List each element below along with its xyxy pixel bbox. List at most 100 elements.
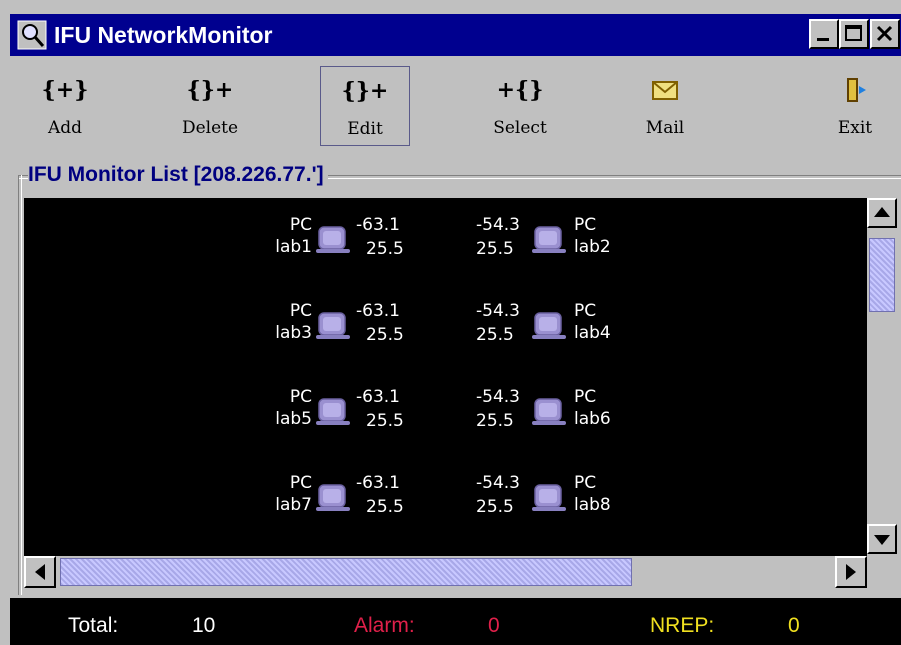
add-label: Add	[47, 118, 83, 138]
select-label: Select	[493, 118, 547, 138]
node-value-top: -63.1	[356, 387, 400, 407]
scroll-corner	[867, 556, 897, 588]
close-button[interactable]	[870, 19, 900, 49]
title-bar[interactable]: IFU NetworkMonitor	[10, 14, 901, 56]
total-value: 10	[192, 614, 216, 637]
delete-label: Delete	[181, 118, 239, 138]
node-value-top: -63.1	[356, 473, 400, 493]
node-value-bottom: 25.5	[366, 411, 404, 431]
node-name: lab5	[275, 409, 312, 429]
horizontal-scrollbar[interactable]	[24, 556, 867, 588]
node-value-top: -54.3	[476, 387, 520, 407]
node-name: lab8	[574, 495, 611, 515]
alarm-label: Alarm:	[354, 614, 415, 637]
exit-icon	[847, 78, 866, 102]
horizontal-scroll-thumb[interactable]	[60, 558, 632, 586]
pc-icon	[532, 312, 566, 340]
node-value-bottom: 25.5	[476, 497, 514, 517]
pc-icon	[532, 226, 566, 254]
toolbar: {+} Add {}+ Delete {}+ Edit +{} Select M…	[10, 56, 901, 154]
node-type: PC	[289, 215, 312, 235]
vertical-scroll-thumb[interactable]	[869, 238, 895, 312]
node-name: lab7	[275, 495, 312, 515]
node-lab7[interactable]: PC lab7 -63.1 25.5	[254, 470, 454, 540]
exit-button[interactable]: Exit	[810, 66, 900, 146]
mail-icon	[652, 81, 678, 100]
node-value-bottom: 25.5	[476, 411, 514, 431]
node-value-bottom: 25.5	[476, 239, 514, 259]
node-type: PC	[289, 301, 312, 321]
monitor-panel[interactable]: PC lab1 -63.1 25.5 -54.3 25.5 PC lab2 PC…	[24, 198, 867, 556]
node-type: PC	[574, 473, 597, 493]
exit-label: Exit	[837, 118, 873, 138]
node-lab5[interactable]: PC lab5 -63.1 25.5	[254, 384, 454, 454]
delete-button[interactable]: {}+ Delete	[165, 66, 255, 146]
maximize-icon	[845, 25, 862, 41]
node-value-top: -63.1	[356, 215, 400, 235]
node-lab1[interactable]: PC lab1 -63.1 25.5	[254, 212, 454, 282]
arrow-right-icon	[846, 564, 856, 580]
pc-icon	[316, 484, 350, 512]
close-icon	[876, 25, 893, 42]
node-type: PC	[574, 215, 597, 235]
select-icon: +{}	[496, 77, 544, 103]
node-name: lab1	[275, 237, 312, 257]
node-name: lab4	[574, 323, 611, 343]
scroll-up-button[interactable]	[867, 198, 897, 228]
node-name: lab6	[574, 409, 611, 429]
minimize-button[interactable]	[809, 19, 839, 49]
scroll-left-button[interactable]	[24, 556, 56, 588]
node-name: lab2	[574, 237, 611, 257]
node-value-top: -54.3	[476, 473, 520, 493]
edit-button[interactable]: {}+ Edit	[320, 66, 410, 146]
app-magnifier-icon	[17, 20, 47, 50]
node-value-top: -54.3	[476, 215, 520, 235]
window-title: IFU NetworkMonitor	[54, 22, 273, 48]
node-lab4[interactable]: -54.3 25.5 PC lab4	[476, 298, 676, 368]
monitor-list-title: IFU Monitor List [208.226.77.']	[28, 160, 328, 190]
node-type: PC	[574, 387, 597, 407]
total-label: Total:	[68, 614, 119, 637]
node-lab6[interactable]: -54.3 25.5 PC lab6	[476, 384, 676, 454]
app-window: IFU NetworkMonitor {+} Add {}+ Delete {}…	[0, 0, 901, 645]
nrep-value: 0	[788, 614, 800, 637]
node-name: lab3	[275, 323, 312, 343]
mail-label: Mail	[645, 118, 685, 138]
edit-label: Edit	[347, 119, 383, 139]
pc-icon	[316, 398, 350, 426]
pc-icon	[532, 398, 566, 426]
node-type: PC	[289, 473, 312, 493]
node-lab2[interactable]: -54.3 25.5 PC lab2	[476, 212, 676, 282]
node-type: PC	[574, 301, 597, 321]
arrow-down-icon	[874, 535, 890, 545]
status-bar: Total: 10 Alarm: 0 NREP: 0	[10, 598, 901, 645]
arrow-left-icon	[35, 564, 45, 580]
group-border-left	[18, 175, 22, 595]
node-value-top: -63.1	[356, 301, 400, 321]
scroll-right-button[interactable]	[835, 556, 867, 588]
arrow-up-icon	[874, 207, 890, 217]
node-value-bottom: 25.5	[366, 497, 404, 517]
add-button[interactable]: {+} Add	[20, 66, 110, 146]
edit-icon: {}+	[341, 78, 389, 104]
node-value-bottom: 25.5	[366, 325, 404, 345]
delete-icon: {}+	[186, 77, 234, 103]
node-lab8[interactable]: -54.3 25.5 PC lab8	[476, 470, 676, 540]
add-icon: {+}	[41, 77, 89, 103]
pc-icon	[316, 226, 350, 254]
nrep-label: NREP:	[650, 614, 715, 637]
node-value-bottom: 25.5	[366, 239, 404, 259]
vertical-scrollbar[interactable]	[867, 198, 897, 556]
pc-icon	[532, 484, 566, 512]
select-button[interactable]: +{} Select	[475, 66, 565, 146]
node-type: PC	[289, 387, 312, 407]
maximize-button[interactable]	[839, 19, 869, 49]
node-lab3[interactable]: PC lab3 -63.1 25.5	[254, 298, 454, 368]
node-value-bottom: 25.5	[476, 325, 514, 345]
minimize-icon	[817, 38, 829, 41]
scroll-down-button[interactable]	[867, 524, 897, 554]
node-value-top: -54.3	[476, 301, 520, 321]
alarm-value: 0	[488, 614, 500, 637]
pc-icon	[316, 312, 350, 340]
mail-button[interactable]: Mail	[620, 66, 710, 146]
